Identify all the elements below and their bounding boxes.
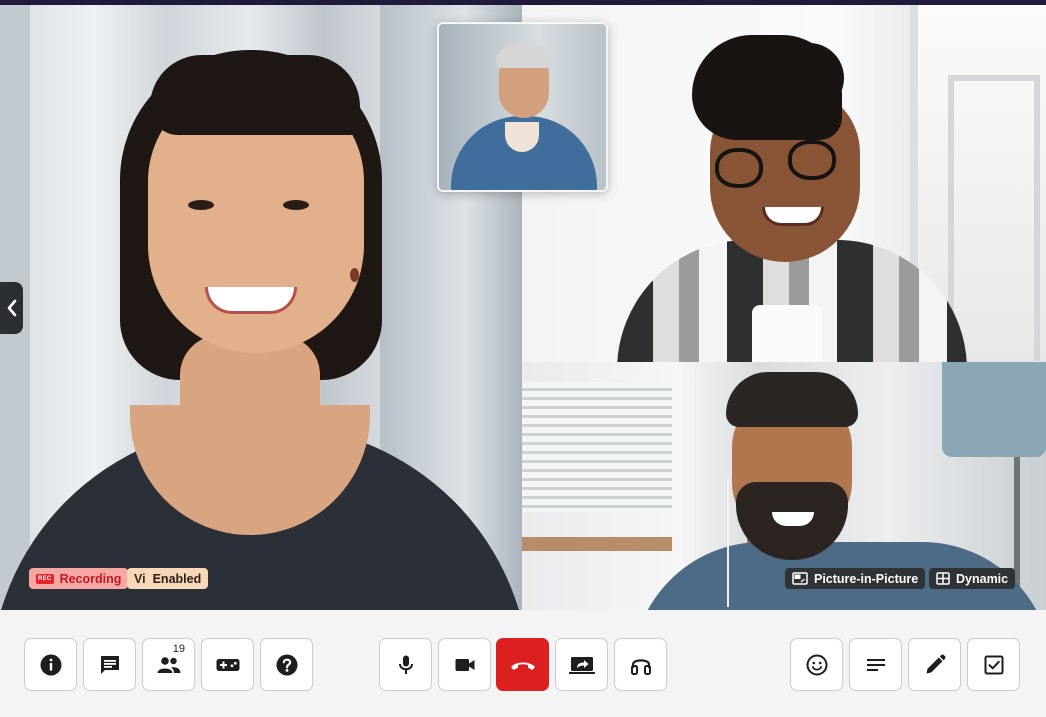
participants-icon <box>157 656 180 673</box>
participant-earphone-cable <box>727 477 735 607</box>
rec-icon: REC <box>36 573 54 584</box>
vi-icon: Vi <box>134 571 146 586</box>
participant-glasses-right <box>788 140 836 180</box>
chat-button[interactable] <box>83 638 136 691</box>
picture-in-picture-label: Picture-in-Picture <box>814 571 919 586</box>
background-lamp <box>942 362 1046 457</box>
annotate-button[interactable] <box>908 638 961 691</box>
emoji-icon <box>806 654 827 675</box>
picture-in-picture-icon <box>792 572 808 585</box>
layout-dynamic-label: Dynamic <box>956 571 1009 586</box>
participant-glasses-left <box>715 148 763 188</box>
hang-up-icon <box>510 662 535 670</box>
participant-eye-left <box>188 200 214 210</box>
games-button[interactable] <box>201 638 254 691</box>
call-toolbar: 19 <box>0 610 1046 717</box>
microphone-button[interactable] <box>379 638 432 691</box>
camera-button[interactable] <box>438 638 491 691</box>
camera-icon <box>455 658 474 671</box>
end-call-button[interactable] <box>496 638 549 691</box>
help-icon <box>276 654 297 675</box>
participant-smile <box>205 287 297 314</box>
headphones-icon <box>630 658 651 675</box>
chevron-left-icon <box>7 299 16 317</box>
captions-icon <box>866 658 885 671</box>
participant-hair <box>496 44 552 68</box>
grid-layout-icon <box>936 572 950 585</box>
screen-share-button[interactable] <box>555 638 608 691</box>
recording-badge: REC Recording <box>29 568 129 589</box>
background-blinds <box>522 382 672 512</box>
video-tile-pip[interactable] <box>437 22 608 192</box>
participants-button[interactable]: 19 <box>142 638 195 691</box>
audio-output-button[interactable] <box>614 638 667 691</box>
participant-hair <box>726 372 858 427</box>
participant-curls <box>774 43 844 113</box>
tasks-button[interactable] <box>967 638 1020 691</box>
participant-earring <box>350 268 359 282</box>
help-button[interactable] <box>260 638 313 691</box>
info-icon <box>40 654 61 675</box>
vi-enabled-badge: Vi Enabled <box>127 568 209 589</box>
picture-in-picture-button[interactable]: Picture-in-Picture <box>785 568 926 589</box>
pencil-icon <box>926 653 946 673</box>
captions-button[interactable] <box>849 638 902 691</box>
participant-fringe <box>150 55 360 135</box>
screen-share-icon <box>568 656 595 674</box>
vi-label: Enabled <box>152 571 202 586</box>
participant-eye-right <box>283 200 309 210</box>
gamepad-icon <box>216 658 239 671</box>
participant-smile <box>762 207 824 226</box>
layout-dynamic-button[interactable]: Dynamic <box>929 568 1016 589</box>
reactions-button[interactable] <box>790 638 843 691</box>
recording-label: Recording <box>59 571 122 586</box>
microphone-icon <box>398 655 413 674</box>
video-stage <box>0 5 1046 610</box>
chat-icon <box>100 655 119 674</box>
sidebar-toggle-button[interactable] <box>0 282 23 334</box>
background-shelf <box>522 537 672 551</box>
checklist-icon <box>984 655 1003 674</box>
participant-count: 19 <box>172 643 185 655</box>
info-button[interactable] <box>24 638 77 691</box>
participant-tshirt <box>752 305 822 362</box>
